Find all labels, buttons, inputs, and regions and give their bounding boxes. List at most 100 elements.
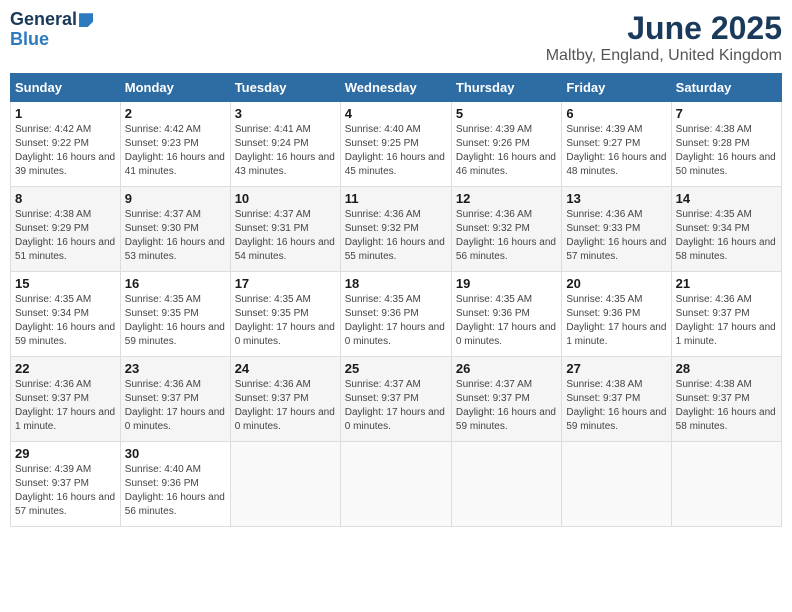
day-info: Sunrise: 4:35 AMSunset: 9:36 PMDaylight:…: [456, 293, 557, 349]
logo-blue: Blue: [10, 29, 49, 49]
calendar-cell: 6 Sunrise: 4:39 AMSunset: 9:27 PMDaylight…: [562, 102, 671, 187]
logo-general: General: [10, 9, 93, 29]
calendar-cell: 4 Sunrise: 4:40 AMSunset: 9:25 PMDaylight…: [340, 102, 451, 187]
day-number: 10: [235, 191, 336, 206]
weekday-header-row: SundayMondayTuesdayWednesdayThursdayFrid…: [11, 74, 782, 102]
day-info: Sunrise: 4:36 AMSunset: 9:37 PMDaylight:…: [125, 378, 226, 434]
day-number: 14: [676, 191, 777, 206]
day-number: 29: [15, 446, 116, 461]
day-number: 12: [456, 191, 557, 206]
day-info: Sunrise: 4:35 AMSunset: 9:36 PMDaylight:…: [345, 293, 447, 349]
day-number: 13: [566, 191, 666, 206]
calendar-cell: 30Sunrise: 4:40 AMSunset: 9:36 PMDayligh…: [120, 442, 230, 527]
calendar-cell: 3Sunrise: 4:41 AMSunset: 9:24 PMDaylight…: [230, 102, 340, 187]
calendar-cell: 29 Sunrise: 4:39 AMSunset: 9:37 PMDayligh…: [11, 442, 121, 527]
calendar-week-row: 1 Sunrise: 4:42 AMSunset: 9:22 PMDaylight…: [11, 102, 782, 187]
calendar-cell: 13 Sunrise: 4:36 AMSunset: 9:33 PMDayligh…: [562, 187, 671, 272]
day-number: 19: [456, 276, 557, 291]
calendar-cell: 8 Sunrise: 4:38 AMSunset: 9:29 PMDaylight…: [11, 187, 121, 272]
day-number: 7: [676, 106, 777, 121]
day-info: Sunrise: 4:38 AMSunset: 9:29 PMDaylight:…: [15, 208, 116, 264]
calendar-cell: 24Sunrise: 4:36 AMSunset: 9:37 PMDayligh…: [230, 357, 340, 442]
day-info: Sunrise: 4:42 AMSunset: 9:22 PMDaylight:…: [15, 123, 116, 179]
header: General Blue June 2025 Maltby, England, …: [10, 10, 782, 65]
day-info: Sunrise: 4:36 AMSunset: 9:37 PMDaylight:…: [235, 378, 336, 434]
calendar-cell: 16 Sunrise: 4:35 AMSunset: 9:35 PMDayligh…: [120, 272, 230, 357]
day-info: Sunrise: 4:42 AMSunset: 9:23 PMDaylight:…: [125, 123, 226, 179]
calendar-cell: 5 Sunrise: 4:39 AMSunset: 9:26 PMDaylight…: [451, 102, 561, 187]
day-number: 25: [345, 361, 447, 376]
day-info: Sunrise: 4:36 AMSunset: 9:33 PMDaylight:…: [566, 208, 666, 264]
weekday-header-sunday: Sunday: [11, 74, 121, 102]
day-info: Sunrise: 4:40 AMSunset: 9:36 PMDaylight:…: [125, 463, 226, 519]
calendar-week-row: 15 Sunrise: 4:35 AMSunset: 9:34 PMDayligh…: [11, 272, 782, 357]
calendar-cell: 26 Sunrise: 4:37 AMSunset: 9:37 PMDayligh…: [451, 357, 561, 442]
title-area: June 2025 Maltby, England, United Kingdo…: [546, 10, 782, 65]
month-title: June 2025: [546, 10, 782, 47]
day-info: Sunrise: 4:39 AMSunset: 9:27 PMDaylight:…: [566, 123, 666, 179]
calendar-week-row: 8 Sunrise: 4:38 AMSunset: 9:29 PMDaylight…: [11, 187, 782, 272]
day-number: 28: [676, 361, 777, 376]
day-info: Sunrise: 4:35 AMSunset: 9:36 PMDaylight:…: [566, 293, 666, 349]
weekday-header-thursday: Thursday: [451, 74, 561, 102]
calendar-cell: 14 Sunrise: 4:35 AMSunset: 9:34 PMDayligh…: [671, 187, 781, 272]
calendar-week-row: 22 Sunrise: 4:36 AMSunset: 9:37 PMDayligh…: [11, 357, 782, 442]
day-number: 16: [125, 276, 226, 291]
calendar-cell: [340, 442, 451, 527]
calendar-cell: 27 Sunrise: 4:38 AMSunset: 9:37 PMDayligh…: [562, 357, 671, 442]
day-info: Sunrise: 4:37 AMSunset: 9:37 PMDaylight:…: [456, 378, 557, 434]
calendar-cell: [671, 442, 781, 527]
location-title: Maltby, England, United Kingdom: [546, 47, 782, 65]
calendar-cell: 12 Sunrise: 4:36 AMSunset: 9:32 PMDayligh…: [451, 187, 561, 272]
day-info: Sunrise: 4:35 AMSunset: 9:34 PMDaylight:…: [15, 293, 116, 349]
day-info: Sunrise: 4:36 AMSunset: 9:32 PMDaylight:…: [345, 208, 447, 264]
weekday-header-tuesday: Tuesday: [230, 74, 340, 102]
calendar-cell: 28 Sunrise: 4:38 AMSunset: 9:37 PMDayligh…: [671, 357, 781, 442]
calendar-cell: 11Sunrise: 4:36 AMSunset: 9:32 PMDayligh…: [340, 187, 451, 272]
day-number: 9: [125, 191, 226, 206]
day-number: 15: [15, 276, 116, 291]
day-info: Sunrise: 4:39 AMSunset: 9:26 PMDaylight:…: [456, 123, 557, 179]
calendar-cell: [562, 442, 671, 527]
day-info: Sunrise: 4:36 AMSunset: 9:37 PMDaylight:…: [15, 378, 116, 434]
calendar-table: SundayMondayTuesdayWednesdayThursdayFrid…: [10, 73, 782, 527]
day-number: 1: [15, 106, 116, 121]
day-info: Sunrise: 4:35 AMSunset: 9:34 PMDaylight:…: [676, 208, 777, 264]
day-info: Sunrise: 4:38 AMSunset: 9:37 PMDaylight:…: [566, 378, 666, 434]
day-number: 27: [566, 361, 666, 376]
day-info: Sunrise: 4:35 AMSunset: 9:35 PMDaylight:…: [125, 293, 226, 349]
day-number: 5: [456, 106, 557, 121]
day-number: 4: [345, 106, 447, 121]
day-info: Sunrise: 4:41 AMSunset: 9:24 PMDaylight:…: [235, 123, 336, 179]
day-info: Sunrise: 4:36 AMSunset: 9:32 PMDaylight:…: [456, 208, 557, 264]
calendar-cell: [451, 442, 561, 527]
day-number: 20: [566, 276, 666, 291]
calendar-cell: 18 Sunrise: 4:35 AMSunset: 9:36 PMDayligh…: [340, 272, 451, 357]
calendar-cell: 21Sunrise: 4:36 AMSunset: 9:37 PMDayligh…: [671, 272, 781, 357]
day-number: 17: [235, 276, 336, 291]
day-number: 26: [456, 361, 557, 376]
day-info: Sunrise: 4:39 AMSunset: 9:37 PMDaylight:…: [15, 463, 116, 519]
weekday-header-monday: Monday: [120, 74, 230, 102]
day-number: 21: [676, 276, 777, 291]
calendar-cell: 22 Sunrise: 4:36 AMSunset: 9:37 PMDayligh…: [11, 357, 121, 442]
calendar-cell: 23 Sunrise: 4:36 AMSunset: 9:37 PMDayligh…: [120, 357, 230, 442]
weekday-header-wednesday: Wednesday: [340, 74, 451, 102]
day-number: 23: [125, 361, 226, 376]
day-info: Sunrise: 4:40 AMSunset: 9:25 PMDaylight:…: [345, 123, 447, 179]
day-info: Sunrise: 4:38 AMSunset: 9:37 PMDaylight:…: [676, 378, 777, 434]
day-info: Sunrise: 4:37 AMSunset: 9:37 PMDaylight:…: [345, 378, 447, 434]
day-number: 8: [15, 191, 116, 206]
day-number: 18: [345, 276, 447, 291]
day-number: 22: [15, 361, 116, 376]
day-info: Sunrise: 4:35 AMSunset: 9:35 PMDaylight:…: [235, 293, 336, 349]
day-info: Sunrise: 4:37 AMSunset: 9:30 PMDaylight:…: [125, 208, 226, 264]
day-number: 6: [566, 106, 666, 121]
calendar-cell: 7Sunrise: 4:38 AMSunset: 9:28 PMDaylight…: [671, 102, 781, 187]
weekday-header-saturday: Saturday: [671, 74, 781, 102]
weekday-header-friday: Friday: [562, 74, 671, 102]
day-info: Sunrise: 4:37 AMSunset: 9:31 PMDaylight:…: [235, 208, 336, 264]
calendar-cell: [230, 442, 340, 527]
calendar-cell: 10 Sunrise: 4:37 AMSunset: 9:31 PMDayligh…: [230, 187, 340, 272]
logo: General Blue: [10, 10, 93, 50]
